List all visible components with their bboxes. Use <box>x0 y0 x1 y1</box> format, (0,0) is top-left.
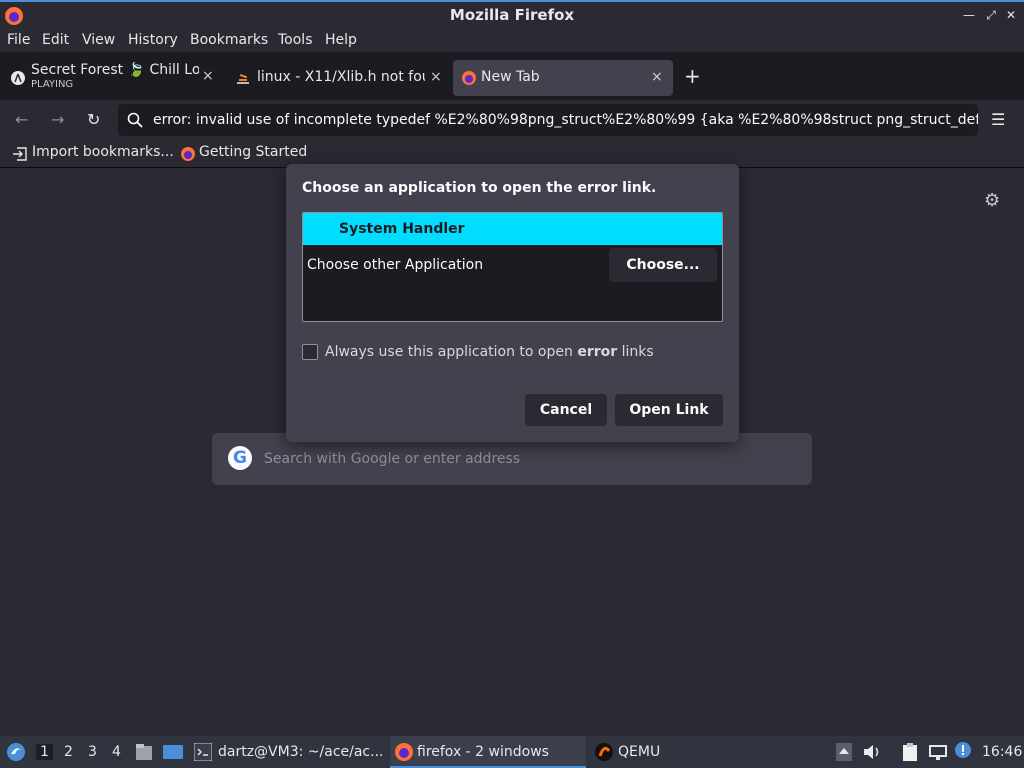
tab-close-icon[interactable]: × <box>430 69 442 85</box>
app-item-choose-other: Choose other Application Choose... <box>303 247 722 283</box>
menu-edit[interactable]: Edit <box>42 32 69 48</box>
menu-help[interactable]: Help <box>325 32 357 48</box>
tab-label: Secret Forest 🍃 Chill Lofi <box>31 62 199 78</box>
clipboard-icon[interactable] <box>900 742 920 762</box>
task-label: firefox - 2 windows <box>417 744 549 760</box>
import-icon <box>13 147 27 161</box>
app-item-system-handler[interactable]: System Handler <box>303 213 722 245</box>
tab-close-icon[interactable]: × <box>202 68 214 84</box>
clock: 16:46 <box>982 744 1023 760</box>
dialog-title: Choose an application to open the error … <box>302 180 657 196</box>
menu-history[interactable]: History <box>128 32 178 48</box>
menu-file[interactable]: File <box>7 32 30 48</box>
taskbar: 1 2 3 4 dartz@VM3: ~/ace/ac... firefox -… <box>0 736 1024 768</box>
search-placeholder: Search with Google or enter address <box>264 451 521 467</box>
maximize-button[interactable]: ⤢ <box>984 8 998 22</box>
close-window-button[interactable]: ✕ <box>1004 8 1018 22</box>
tab-label: linux - X11/Xlib.h not found <box>257 69 425 85</box>
tab-stackoverflow[interactable]: linux - X11/Xlib.h not found × <box>228 60 448 96</box>
tab-lofi[interactable]: Secret Forest 🍃 Chill Lofi PLAYING × <box>0 60 220 96</box>
navigation-bar: ← → ↻ error: invalid use of incomplete t… <box>0 100 1024 140</box>
window-titlebar: Mozilla Firefox — ⤢ ✕ <box>0 0 1024 30</box>
workspace-1[interactable]: 1 <box>36 744 53 760</box>
new-tab-button[interactable]: + <box>684 64 701 88</box>
menu-view[interactable]: View <box>82 32 115 48</box>
app-chooser-dialog: Choose an application to open the error … <box>286 164 739 442</box>
task-firefox[interactable]: firefox - 2 windows <box>390 736 586 768</box>
tab-new-tab[interactable]: New Tab × <box>453 60 673 96</box>
app-item-label: System Handler <box>339 221 465 237</box>
bookmark-import[interactable]: Import bookmarks... <box>32 144 174 160</box>
tab-strip: Secret Forest 🍃 Chill Lofi PLAYING × lin… <box>0 52 1024 100</box>
bookmark-getting-started[interactable]: Getting Started <box>199 144 307 160</box>
qemu-icon <box>595 743 613 761</box>
reload-icon[interactable]: ↻ <box>87 110 100 129</box>
menu-bookmarks[interactable]: Bookmarks <box>190 32 268 48</box>
back-icon[interactable]: ← <box>15 110 28 129</box>
menu-tools[interactable]: Tools <box>278 32 313 48</box>
site-favicon-icon <box>11 71 25 85</box>
firefox-bookmark-icon <box>181 147 195 161</box>
app-menu-icon[interactable]: ☰ <box>991 110 1005 129</box>
firefox-task-icon <box>395 743 413 761</box>
firefox-favicon-icon <box>462 71 476 85</box>
volume-icon[interactable] <box>862 743 882 761</box>
always-use-checkbox[interactable] <box>302 344 318 360</box>
open-link-button[interactable]: Open Link <box>615 394 723 426</box>
minimize-button[interactable]: — <box>962 8 976 22</box>
forward-icon[interactable]: → <box>51 110 64 129</box>
workspace-2[interactable]: 2 <box>64 744 73 760</box>
tab-close-icon[interactable]: × <box>651 69 663 85</box>
desktop-icon[interactable] <box>162 742 184 762</box>
url-text: error: invalid use of incomplete typedef… <box>153 112 978 128</box>
tray-arrow-icon[interactable] <box>836 743 852 761</box>
menu-bar: File Edit View History Bookmarks Tools H… <box>0 30 1024 52</box>
start-menu-icon[interactable] <box>6 742 26 762</box>
stackoverflow-icon <box>237 74 249 84</box>
task-qemu[interactable]: QEMU <box>618 744 660 760</box>
task-terminal[interactable]: dartz@VM3: ~/ace/ac... <box>218 744 383 760</box>
cancel-button[interactable]: Cancel <box>525 394 607 426</box>
terminal-icon <box>194 743 212 761</box>
tab-label: New Tab <box>481 69 540 85</box>
file-manager-icon[interactable] <box>134 742 154 762</box>
workspace-3[interactable]: 3 <box>88 744 97 760</box>
workspace-4[interactable]: 4 <box>112 744 121 760</box>
app-item-label: Choose other Application <box>307 257 484 273</box>
tab-playing-label: PLAYING <box>31 79 74 90</box>
choose-button[interactable]: Choose... <box>609 248 717 282</box>
application-list: System Handler Choose other Application … <box>302 212 723 322</box>
always-use-label[interactable]: Always use this application to open erro… <box>325 344 654 360</box>
google-logo-icon: G <box>228 446 252 470</box>
network-icon[interactable] <box>928 743 948 761</box>
settings-gear-icon[interactable]: ⚙ <box>984 190 1000 211</box>
notification-icon[interactable] <box>954 741 972 759</box>
window-title: Mozilla Firefox <box>449 6 575 24</box>
search-icon <box>127 112 143 128</box>
url-bar[interactable]: error: invalid use of incomplete typedef… <box>118 104 978 136</box>
